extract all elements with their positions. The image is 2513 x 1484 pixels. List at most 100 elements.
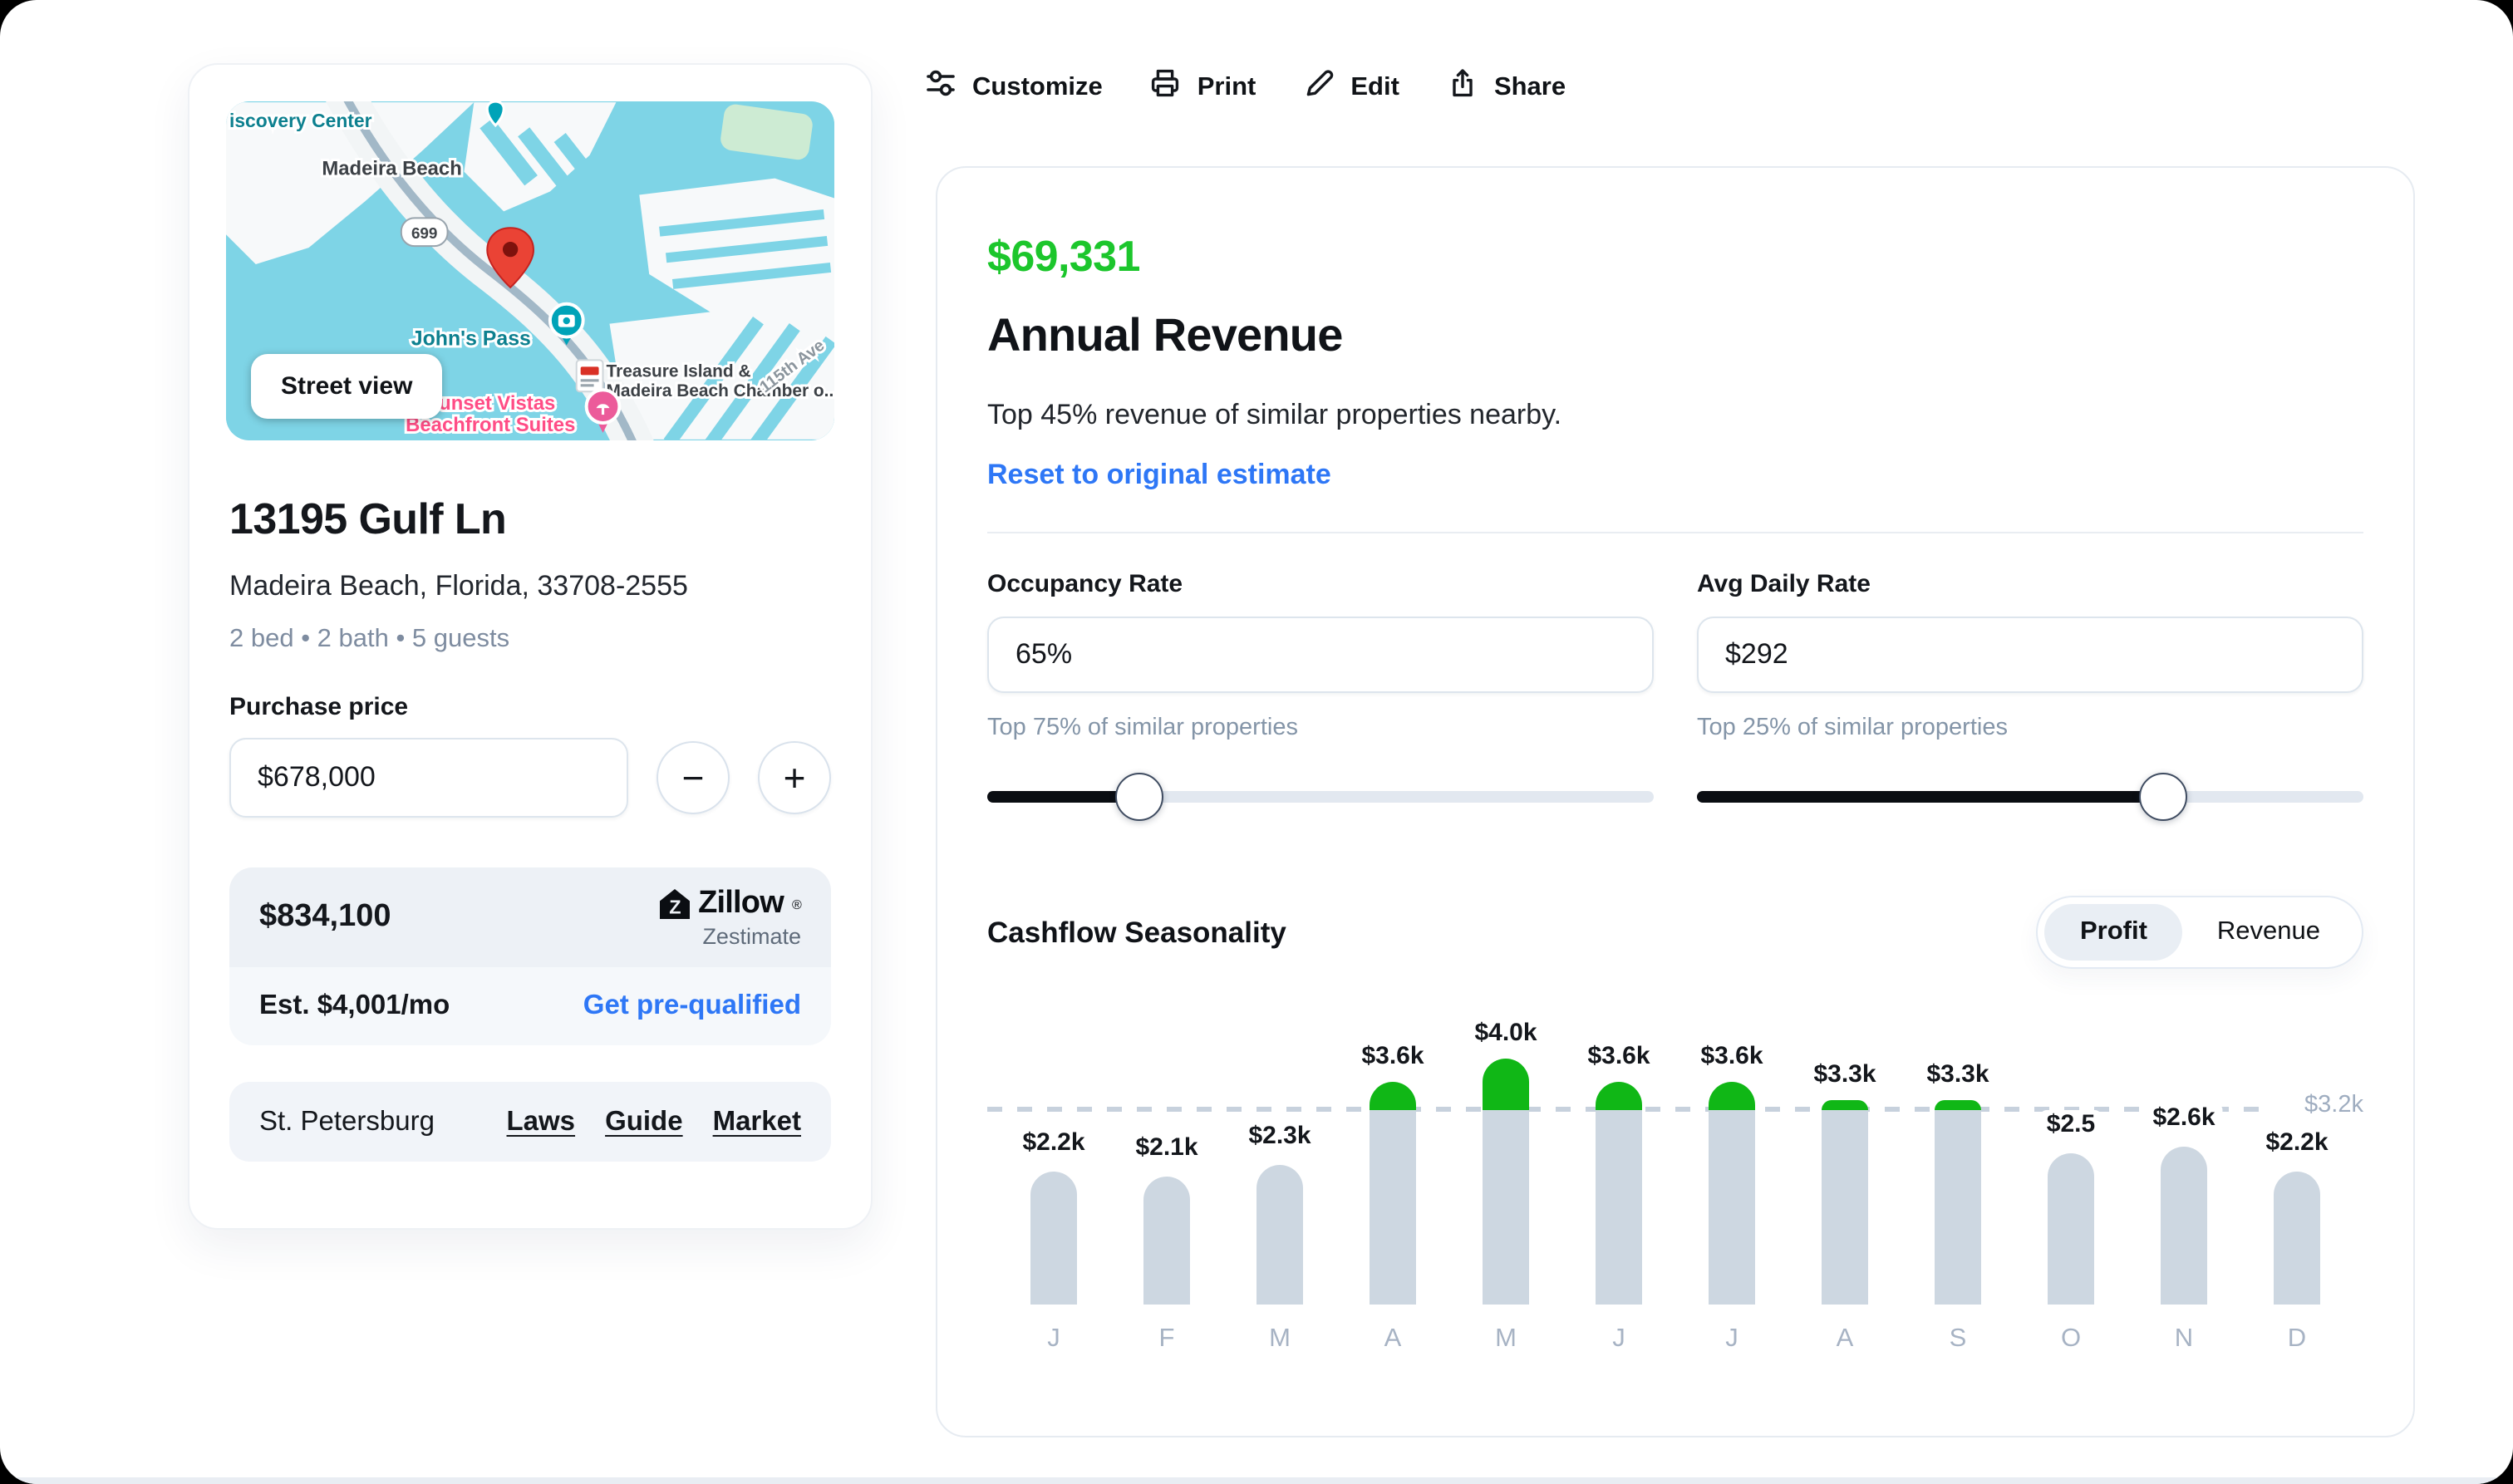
bar-column: $3.6k [1355, 989, 1431, 1305]
bar-value-label: $3.3k [1920, 1060, 1996, 1088]
bar-column: $2.2k [1016, 989, 1092, 1305]
guide-link[interactable]: Guide [605, 1106, 683, 1136]
bar [2161, 1147, 2207, 1305]
address-title: 13195 Gulf Ln [229, 494, 507, 543]
market-row: St. Petersburg Laws Guide Market [229, 1082, 831, 1162]
panel-subtitle: Top 45% revenue of similar properties ne… [987, 399, 1562, 430]
bar-column: $2.3k [1242, 989, 1318, 1305]
share-icon [1446, 66, 1479, 108]
bar-value-label: $3.6k [1694, 1042, 1770, 1070]
zillow-logo-icon: Z [660, 889, 691, 919]
svg-text:Z: Z [669, 897, 681, 918]
adr-caption: Top 25% of similar properties [1697, 715, 2008, 741]
occupancy-caption: Top 75% of similar properties [987, 715, 1298, 741]
bar [1596, 1108, 1642, 1305]
route-699-badge: 699 [400, 217, 449, 248]
seasonality-header: Cashflow Seasonality Profit Revenue [987, 896, 2363, 969]
monthly-estimate: Est. $4,001/mo [259, 990, 450, 1020]
cashflow-seasonality-chart: $3.2k $2.2k $2.1k $2.3k $3.6k $4.0k $3.6k $3.6k… [987, 989, 2363, 1361]
slider-thumb[interactable] [2138, 773, 2187, 821]
edit-button[interactable]: Edit [1302, 66, 1399, 108]
app-window: 699 iscovery Center Madeira Beach John's… [0, 0, 2513, 1484]
avg-daily-rate-input[interactable] [1697, 617, 2363, 693]
svg-text:699: 699 [411, 225, 438, 243]
bar [1822, 1108, 1868, 1305]
bar-column: $2.2k [2259, 989, 2335, 1305]
decrease-price-button[interactable]: − [657, 741, 730, 814]
month-label: M [1269, 1324, 1291, 1353]
map-label-chamber-1: Treasure Island & [607, 361, 751, 381]
toggle-profit[interactable]: Profit [2044, 904, 2182, 961]
purchase-price-label: Purchase price [229, 693, 409, 721]
property-card-body: 13195 Gulf Ln Madeira Beach, Florida, 33… [229, 440, 831, 1162]
customize-icon [924, 66, 957, 108]
get-prequalified-link[interactable]: Get pre-qualified [583, 990, 801, 1022]
toolbar: Customize Print Edit Share [924, 66, 1566, 108]
bar-column: $3.6k [1581, 989, 1657, 1305]
increase-price-button[interactable]: + [758, 741, 831, 814]
reset-estimate-link[interactable]: Reset to original estimate [987, 459, 1331, 492]
slider-fill [1697, 791, 2164, 803]
bar-column: $2.6k [2146, 989, 2222, 1305]
bar-column: $4.0k [1468, 989, 1544, 1305]
print-button[interactable]: Print [1149, 66, 1256, 108]
slider-thumb[interactable] [1115, 773, 1164, 821]
month-label: F [1158, 1324, 1175, 1353]
bar-above-line-cap [1483, 1059, 1529, 1110]
map[interactable]: 699 iscovery Center Madeira Beach John's… [226, 101, 834, 440]
customize-button[interactable]: Customize [924, 66, 1103, 108]
property-card: 699 iscovery Center Madeira Beach John's… [188, 63, 873, 1230]
edit-icon [1302, 66, 1335, 108]
map-label-chamber-2: Madeira Beach Chamber o... [607, 381, 835, 400]
adr-label: Avg Daily Rate [1697, 570, 1871, 598]
market-link[interactable]: Market [713, 1106, 801, 1136]
month-label: N [2174, 1324, 2194, 1353]
bar-above-line-cap [1822, 1100, 1868, 1110]
bar-above-line-cap [1370, 1082, 1416, 1110]
bar [1483, 1108, 1529, 1305]
toggle-revenue[interactable]: Revenue [2182, 904, 2355, 961]
slider-track [987, 791, 1654, 803]
avg-daily-rate-slider[interactable] [1697, 771, 2363, 823]
zestimate-row: $834,100 Z Zillow ® Zestimate [229, 867, 831, 967]
month-label: S [1949, 1324, 1967, 1353]
property-specs: 2 bed • 2 bath • 5 guests [229, 625, 510, 653]
purchase-price-row: − + [229, 738, 831, 818]
bar [1370, 1108, 1416, 1305]
occupancy-rate-slider[interactable] [987, 771, 1654, 823]
zestimate-value: $834,100 [259, 899, 391, 934]
bar-column: $3.3k [1920, 989, 1996, 1305]
month-label: J [1047, 1324, 1060, 1353]
purchase-price-input[interactable] [229, 738, 628, 818]
bar [1709, 1108, 1755, 1305]
bar-above-line-cap [1596, 1082, 1642, 1110]
occupancy-label: Occupancy Rate [987, 570, 1183, 598]
page: 699 iscovery Center Madeira Beach John's… [0, 0, 2513, 1484]
bar-above-line-cap [1935, 1100, 1981, 1110]
zestimate-block: $834,100 Z Zillow ® Zestimate Est. $4,00… [229, 867, 831, 1045]
month-label: D [2287, 1324, 2307, 1353]
slider-track [1697, 791, 2363, 803]
bar-column: $3.3k [1807, 989, 1883, 1305]
bar [1935, 1108, 1981, 1305]
map-label-discovery-center: iscovery Center [229, 110, 372, 131]
bar [1030, 1172, 1077, 1305]
street-view-button[interactable]: Street view [251, 354, 443, 419]
occupancy-rate-input[interactable] [987, 617, 1654, 693]
zestimate-caption: Zestimate [702, 924, 801, 949]
share-button[interactable]: Share [1446, 66, 1566, 108]
zillow-wordmark: Zillow [698, 886, 784, 921]
month-label: A [1836, 1324, 1854, 1353]
bar-value-label: $3.3k [1807, 1060, 1883, 1088]
bars-row: $2.2k $2.1k $2.3k $3.6k $4.0k $3.6k $3.6k $3.3k… [987, 989, 2363, 1305]
profit-revenue-toggle: Profit Revenue [2036, 896, 2363, 969]
bar-above-line-cap [1709, 1082, 1755, 1110]
bar-column: $2.1k [1129, 989, 1205, 1305]
laws-link[interactable]: Laws [507, 1106, 576, 1136]
month-label: J [1612, 1324, 1625, 1353]
bar [1256, 1165, 1303, 1305]
occupancy-section: Occupancy Rate Top 75% of similar proper… [987, 570, 1654, 823]
bar-column: $2.5 [2039, 989, 2102, 1305]
print-icon [1149, 66, 1183, 108]
annual-revenue-amount: $69,331 [987, 231, 1140, 281]
